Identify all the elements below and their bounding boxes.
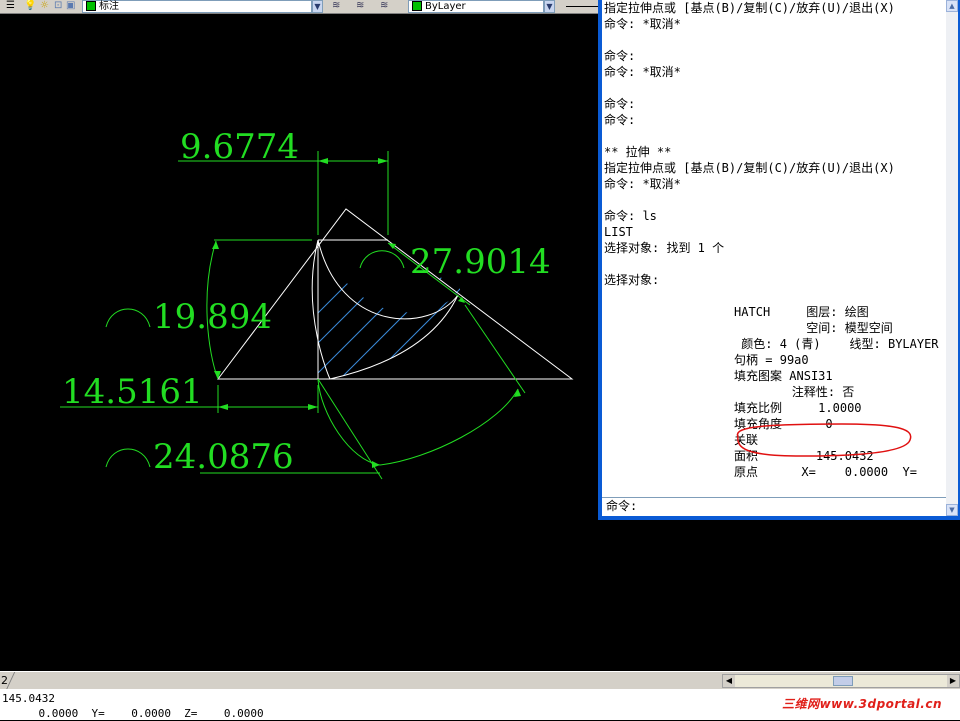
command-output-line-2: 0.0000 Y= 0.0000 Z= 0.0000 [12,707,264,720]
scroll-right-button[interactable]: ▶ [947,675,959,687]
bulb-icon[interactable]: 💡 [24,0,36,13]
layer-toolbar: ☰ 💡 ☼ ⊡ ▣ 标注 ▼ ≋ ≋ ≋ ByLayer ▼ [0,0,600,14]
linetype-preview[interactable] [566,6,598,8]
layer-previous-icon[interactable]: ≋ [332,0,340,13]
color-value: ByLayer [425,1,466,12]
lock-icon[interactable]: ⊡ [54,0,62,13]
color-dropdown-arrow[interactable]: ▼ [544,0,555,13]
command-line-area[interactable]: 145.0432 0.0000 Y= 0.0000 Z= 0.0000 三维网w… [0,689,960,720]
layer-states-icon[interactable]: ≋ [356,0,364,13]
prompt-label: 命令: [606,499,638,513]
text-window-content: 指定拉伸点或 [基点(B)/复制(C)/放弃(U)/退出(X) 命令: *取消* 命… [602,0,946,516]
scroll-thumb[interactable] [833,676,853,686]
layer-dropdown-arrow[interactable]: ▼ [312,0,323,13]
match-layer-icon[interactable]: ≋ [380,0,388,13]
dim-text-3[interactable]: 19.894 [153,297,272,337]
sun-icon[interactable]: ☼ [40,0,49,13]
text-window-scrollbar[interactable]: ▲ ▼ [946,0,958,516]
print-icon[interactable]: ▣ [66,0,75,13]
dim-text-1[interactable]: 9.6774 [180,127,299,167]
layout-tabbar: 2 ◀ ▶ [0,671,960,690]
dim-text-5[interactable]: 24.0876 [153,437,294,477]
scroll-left-button[interactable]: ◀ [723,675,735,687]
dim-text-4[interactable]: 14.5161 [62,372,203,412]
color-select[interactable]: ByLayer [408,0,544,13]
text-window[interactable]: 指定拉伸点或 [基点(B)/复制(C)/放弃(U)/退出(X) 命令: *取消* 命… [598,0,960,520]
layer-manager-icon[interactable]: ☰ [6,0,15,13]
horizontal-scrollbar[interactable]: ◀ ▶ [722,674,960,688]
layer-select[interactable]: 标注 [82,0,312,13]
layer-name: 标注 [99,1,119,12]
dim-text-2[interactable]: 27.9014 [410,242,551,282]
area-highlight [736,423,912,457]
tab-divider [5,672,30,690]
scroll-down-button[interactable]: ▼ [946,504,958,516]
watermark-logo: 三维网www.3dportal.cn [782,697,942,711]
drawing-canvas[interactable]: 9.6774 27.9014 19.894 14.5161 24.0876 [0,13,600,671]
command-output-line-1: 145.0432 [2,692,55,705]
scroll-up-button[interactable]: ▲ [946,0,958,12]
